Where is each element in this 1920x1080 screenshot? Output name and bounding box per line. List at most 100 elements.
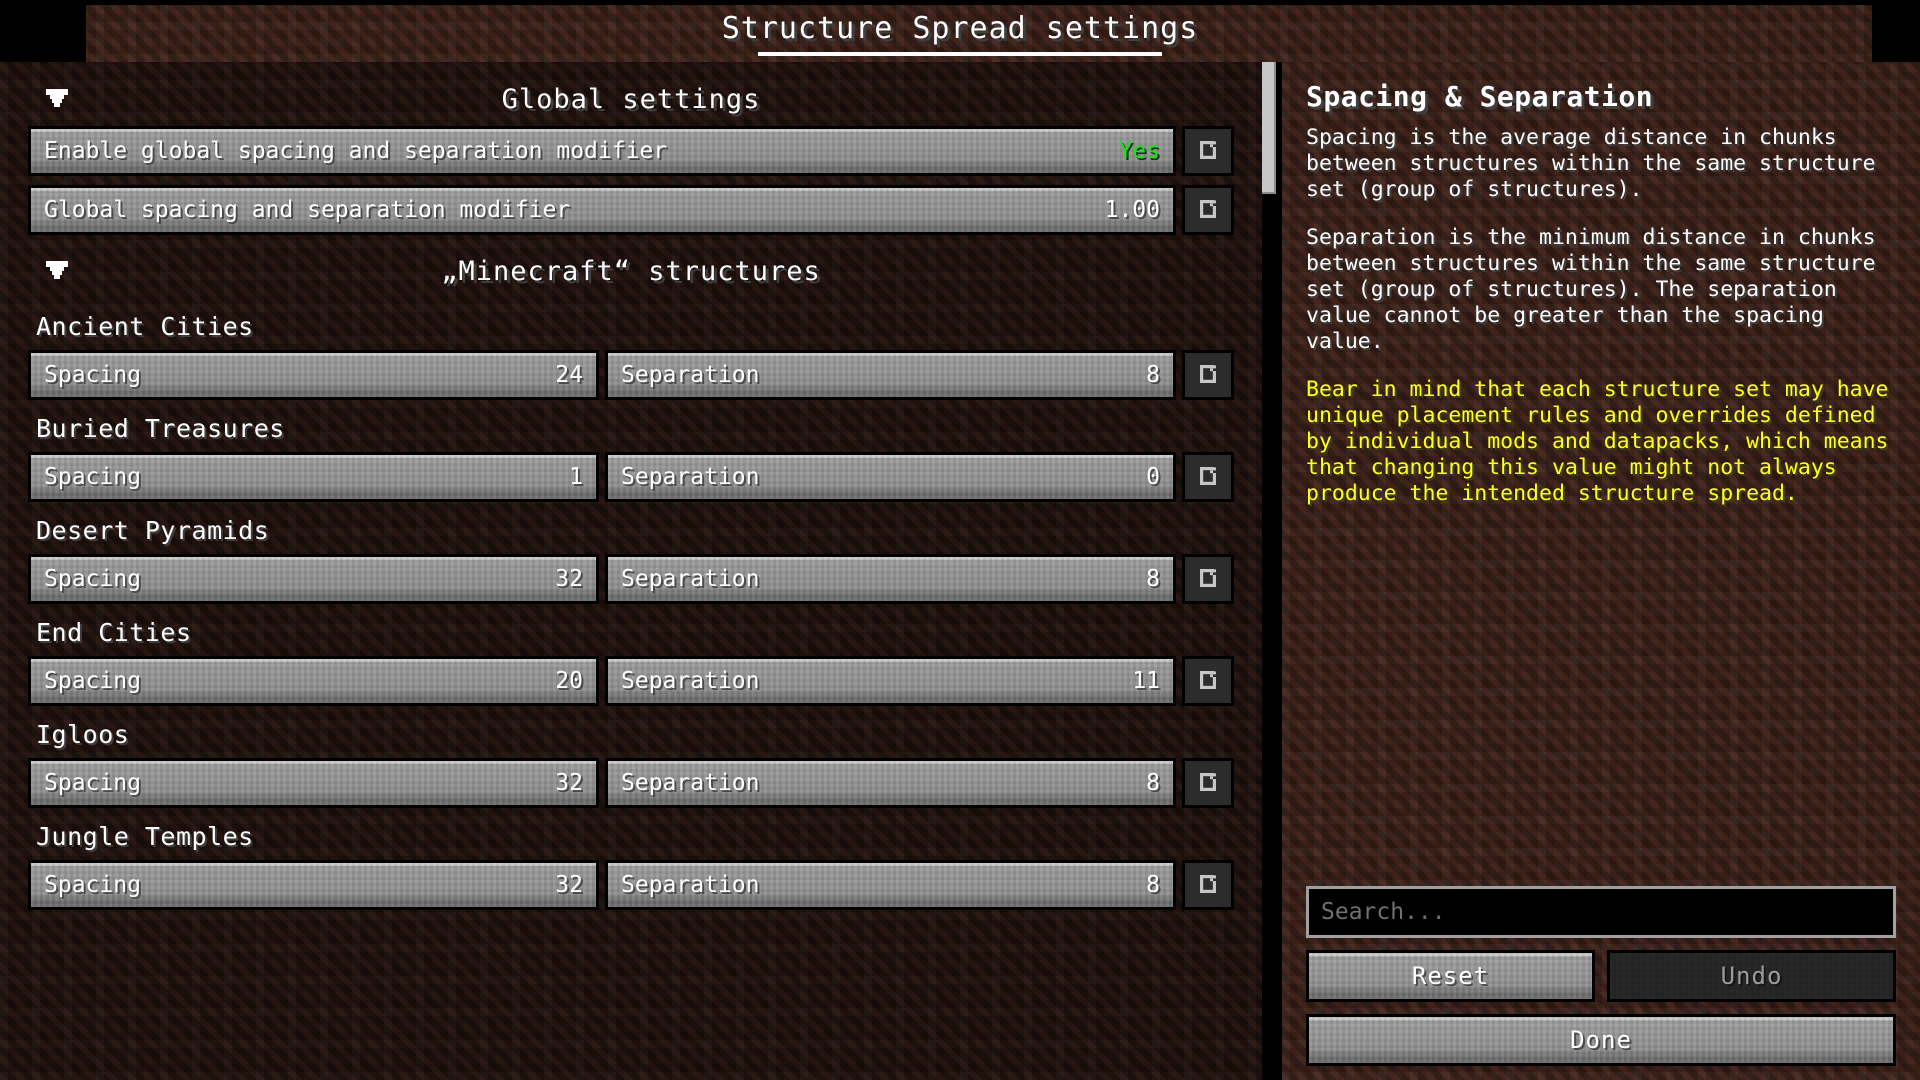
spacing-label: Spacing (44, 770, 141, 796)
spacing-field[interactable]: Spacing 32 (28, 554, 599, 604)
title-bar: Structure Spread settings (0, 0, 1920, 62)
structure-block: End Cities Spacing 20 Separation 11 (28, 618, 1234, 706)
settings-list-content: Global settings Enable global spacing an… (0, 62, 1262, 910)
info-paragraph-spacing: Spacing is the average distance in chunk… (1306, 125, 1889, 202)
settings-scrollbar-track[interactable] (1262, 62, 1276, 1080)
separation-value: 8 (1146, 770, 1160, 796)
reset-arrow-icon[interactable] (1182, 860, 1234, 910)
spacing-value: 24 (555, 362, 583, 388)
title-underline (758, 52, 1162, 56)
option-global-modifier-value[interactable]: Global spacing and separation modifier 1… (28, 185, 1176, 235)
separation-label: Separation (621, 668, 760, 694)
option-value: Yes (1118, 138, 1160, 164)
search-input[interactable]: Search... (1306, 886, 1896, 938)
separation-field[interactable]: Separation 8 (605, 554, 1176, 604)
structure-row: Spacing 20 Separation 11 (28, 656, 1234, 706)
structure-row: Spacing 32 Separation 8 (28, 554, 1234, 604)
undo-button-label: Undo (1720, 962, 1783, 990)
option-label: Global spacing and separation modifier (44, 197, 571, 223)
structure-name: Buried Treasures (36, 414, 285, 443)
spacing-field[interactable]: Spacing 20 (28, 656, 599, 706)
separation-value: 8 (1146, 566, 1160, 592)
spacing-value: 1 (569, 464, 583, 490)
structure-list: Ancient Cities Spacing 24 Separation 8 B… (28, 312, 1234, 910)
structure-row: Spacing 32 Separation 8 (28, 860, 1234, 910)
reset-arrow-icon-global-modifier-value[interactable] (1182, 185, 1234, 235)
structure-name: Ancient Cities (36, 312, 254, 341)
spacing-value: 32 (555, 770, 583, 796)
info-warning-text: Bear in mind that each structure set may… (1306, 377, 1902, 506)
separation-label: Separation (621, 362, 760, 388)
separation-label: Separation (621, 770, 760, 796)
reset-arrow-icon-enable-global-modifier[interactable] (1182, 126, 1234, 176)
separation-label: Separation (621, 464, 760, 490)
separation-field[interactable]: Separation 0 (605, 452, 1176, 502)
reset-arrow-icon[interactable] (1182, 758, 1234, 808)
app-root: Structure Spread settings Global setting… (0, 0, 1920, 1080)
separation-field[interactable]: Separation 8 (605, 758, 1176, 808)
spacing-label: Spacing (44, 872, 141, 898)
separation-value: 0 (1146, 464, 1160, 490)
separation-value: 8 (1146, 362, 1160, 388)
structure-row: Spacing 24 Separation 8 (28, 350, 1234, 400)
separation-field[interactable]: Separation 8 (605, 350, 1176, 400)
group-header-minecraft-structures-label: „Minecraft“ structures (441, 255, 821, 287)
info-paragraph-separation: Separation is the minimum distance in ch… (1306, 225, 1889, 354)
settings-list-panel[interactable]: Global settings Enable global spacing an… (0, 62, 1262, 1080)
settings-scrollbar-thumb[interactable] (1262, 62, 1276, 194)
structure-name: End Cities (36, 618, 192, 647)
spacing-label: Spacing (44, 668, 141, 694)
done-button-label: Done (1570, 1026, 1632, 1054)
reset-arrow-icon[interactable] (1182, 554, 1234, 604)
separation-field[interactable]: Separation 8 (605, 860, 1176, 910)
reset-arrow-icon[interactable] (1182, 452, 1234, 502)
reset-arrow-icon[interactable] (1182, 656, 1234, 706)
separation-label: Separation (621, 872, 760, 898)
group-header-minecraft-structures[interactable]: „Minecraft“ structures (28, 244, 1234, 298)
spacing-value: 32 (555, 566, 583, 592)
triangle-down-icon[interactable] (46, 89, 68, 109)
undo-button[interactable]: Undo (1607, 950, 1896, 1002)
reset-button-label: Reset (1411, 962, 1490, 990)
option-value: 1.00 (1104, 197, 1160, 223)
reset-button[interactable]: Reset (1306, 950, 1595, 1002)
structure-block: Buried Treasures Spacing 1 Separation 0 (28, 414, 1234, 502)
info-panel: Spacing & Separation Spacing is the aver… (1282, 62, 1920, 1080)
spacing-field[interactable]: Spacing 32 (28, 860, 599, 910)
structure-block: Ancient Cities Spacing 24 Separation 8 (28, 312, 1234, 400)
spacing-value: 20 (555, 668, 583, 694)
reset-arrow-icon[interactable] (1182, 350, 1234, 400)
separation-label: Separation (621, 566, 760, 592)
group-header-global[interactable]: Global settings (28, 72, 1234, 126)
spacing-label: Spacing (44, 566, 141, 592)
separation-value: 11 (1132, 668, 1160, 694)
structure-block: Desert Pyramids Spacing 32 Separation 8 (28, 516, 1234, 604)
structure-name: Desert Pyramids (36, 516, 270, 545)
separation-value: 8 (1146, 872, 1160, 898)
search-placeholder: Search... (1321, 899, 1446, 925)
triangle-down-icon[interactable] (46, 261, 68, 281)
spacing-label: Spacing (44, 362, 141, 388)
option-enable-global-modifier[interactable]: Enable global spacing and separation mod… (28, 126, 1176, 176)
info-panel-title: Spacing & Separation (1306, 80, 1654, 113)
separation-field[interactable]: Separation 11 (605, 656, 1176, 706)
option-label: Enable global spacing and separation mod… (44, 138, 668, 164)
spacing-field[interactable]: Spacing 24 (28, 350, 599, 400)
structure-name: Jungle Temples (36, 822, 254, 851)
structure-row: Spacing 1 Separation 0 (28, 452, 1234, 502)
option-row-enable-global-modifier: Enable global spacing and separation mod… (28, 126, 1234, 176)
info-panel-inner: Spacing & Separation Spacing is the aver… (1282, 62, 1920, 1080)
action-button-row: Reset Undo (1306, 950, 1896, 1002)
option-row-global-modifier-value: Global spacing and separation modifier 1… (28, 185, 1234, 235)
spacing-label: Spacing (44, 464, 141, 490)
structure-block: Igloos Spacing 32 Separation 8 (28, 720, 1234, 808)
spacing-field[interactable]: Spacing 1 (28, 452, 599, 502)
spacing-value: 32 (555, 872, 583, 898)
structure-name: Igloos (36, 720, 130, 749)
structure-block: Jungle Temples Spacing 32 Separation 8 (28, 822, 1234, 910)
page-title: Structure Spread settings (721, 10, 1199, 46)
structure-row: Spacing 32 Separation 8 (28, 758, 1234, 808)
group-header-global-label: Global settings (501, 83, 761, 115)
spacing-field[interactable]: Spacing 32 (28, 758, 599, 808)
done-button[interactable]: Done (1306, 1014, 1896, 1066)
